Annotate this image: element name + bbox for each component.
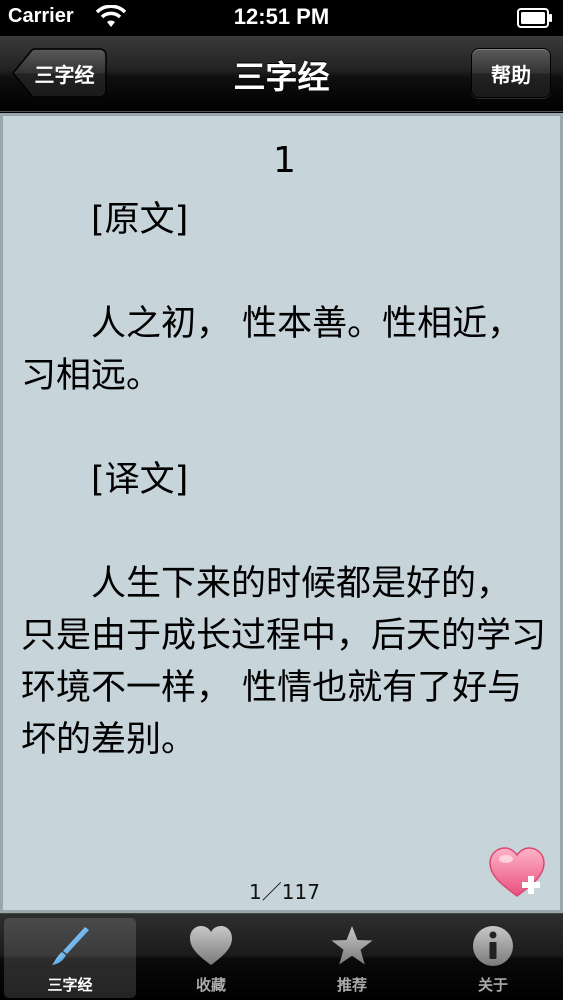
content-area: 1 [原文] 人之初， 性本善。性相近， 习相远。 [译文] 人生下来的时候都是… [0,113,563,913]
heart-icon [190,926,232,965]
tab-sanzijing[interactable]: 三字经 [4,918,136,998]
verse-number: 1 [273,140,296,181]
page-indicator: 1／117 [249,880,320,904]
battery-icon [517,8,552,28]
star-icon [331,926,373,965]
info-icon [473,926,513,966]
tab-label: 三字经 [47,976,93,994]
tab-label: 收藏 [195,976,226,994]
verse-text: [原文] 人之初， 性本善。性相近， 习相远。 [译文] 人生下来的时候都是好的… [21,200,547,760]
brush-icon [52,927,89,965]
tab-bar: 三字经 收藏 推荐 关于 [0,913,563,1000]
status-bar: Carrier 12:51 PM [0,0,563,36]
heart-plus-icon[interactable] [488,846,546,900]
tab-about[interactable]: 关于 [427,918,559,998]
tab-recommend[interactable]: 推荐 [286,918,418,998]
navigation-bar: 三字经 三字经 帮助 [0,36,563,112]
tab-label: 关于 [477,976,508,994]
help-button[interactable]: 帮助 [471,48,551,98]
tab-favorites[interactable]: 收藏 [145,918,277,998]
tab-label: 推荐 [336,976,367,994]
status-time: 12:51 PM [233,4,330,29]
